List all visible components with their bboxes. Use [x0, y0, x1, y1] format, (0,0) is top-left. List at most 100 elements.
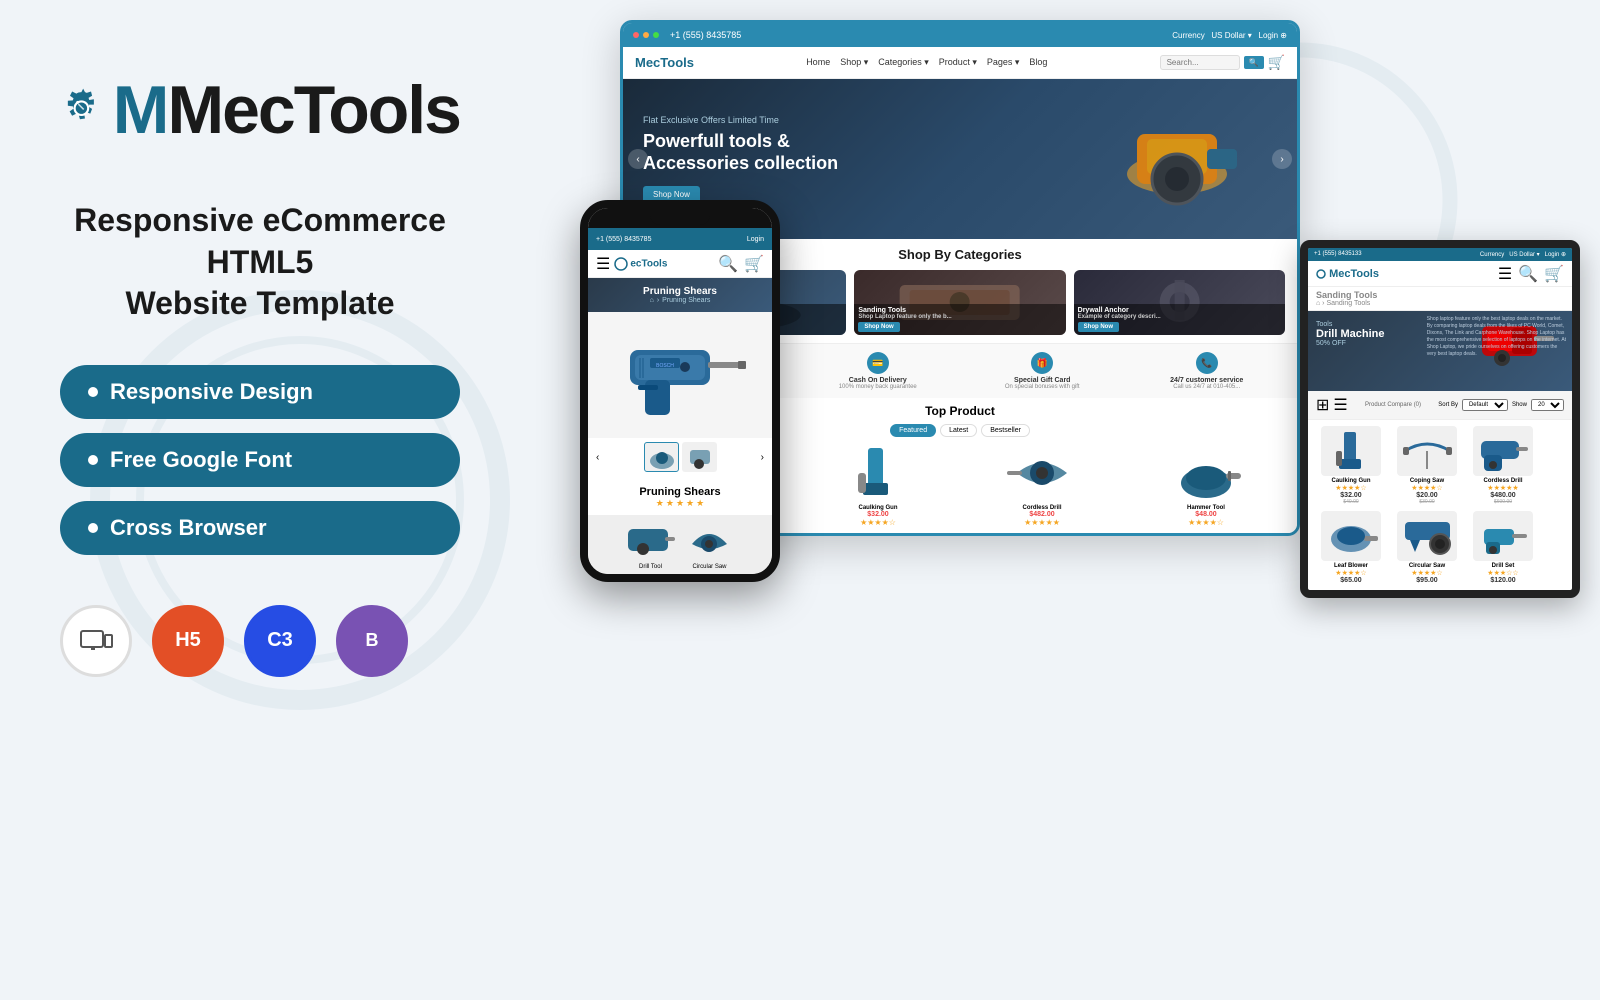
tablet-nav-icons: ☰ 🔍 🛒 [1498, 264, 1564, 284]
tablet-stars-5: ★★★★☆ [1392, 569, 1462, 577]
cart-icon[interactable]: 🛒 [1268, 54, 1285, 71]
tablet-view-icons: ⊞ ☰ [1316, 395, 1348, 415]
show-select[interactable]: 20 [1531, 399, 1564, 411]
responsive-label: Responsive Design [110, 379, 313, 405]
product-saw[interactable]: Cordless Drill $482.00 ★★★★★ [963, 443, 1121, 527]
tab-featured[interactable]: Featured [890, 424, 936, 437]
brand-name: MMecTools [113, 76, 460, 144]
thumb-1[interactable] [644, 442, 679, 472]
hero-tool-image [1077, 79, 1257, 239]
gift-sub: On special bonuses with gift [964, 384, 1121, 390]
sanding-shop-btn[interactable]: Shop Now [858, 322, 899, 332]
feature-cod: 💳 Cash On Delivery 100% money back guara… [800, 352, 957, 390]
tagline: Responsive eCommerce HTML5 Website Templ… [60, 200, 460, 325]
tab-latest[interactable]: Latest [940, 424, 977, 437]
cod-sub: 100% money back guarantee [800, 384, 957, 390]
gift-title: Special Gift Card [964, 377, 1121, 384]
tablet-prod-blower[interactable]: Leaf Blower ★★★★☆ $65.00 [1316, 511, 1386, 584]
nav-shop[interactable]: Shop ▾ [840, 57, 868, 68]
tablet-stars-3: ★★★★★ [1468, 484, 1538, 492]
phone-product-hero: Pruning Shears ⌂ › Pruning Shears [588, 278, 772, 312]
tablet-prod-price-4: $65.00 [1316, 577, 1386, 584]
category-item-drywall[interactable]: Drywall Anchor Example of category descr… [1074, 270, 1285, 335]
feature-gift: 🎁 Special Gift Card On special bonuses w… [964, 352, 1121, 390]
tablet-old-price-2: $30.00 [1392, 499, 1462, 505]
right-panel: +1 (555) 8435785 Currency US Dollar ▾ Lo… [520, 0, 1600, 1000]
nav-blog[interactable]: Blog [1029, 57, 1047, 68]
feature-support: 📞 24/7 customer service Call us 24/7 at … [1129, 352, 1286, 390]
search-input[interactable] [1160, 55, 1240, 70]
thumb-2[interactable] [682, 442, 717, 472]
tablet-cart-icon[interactable]: 🛒 [1544, 264, 1564, 284]
tablet-prod-drill-set[interactable]: Drill Set ★★★☆☆ $120.00 [1468, 511, 1538, 584]
tablet-old-price-3: $600.00 [1468, 499, 1538, 505]
tablet-prod-price-3: $480.00 [1468, 492, 1538, 499]
google-font-badge: Free Google Font [60, 433, 460, 487]
tablet-filter-bar: ⊞ ☰ Product Compare (0) Sort By Default … [1308, 391, 1572, 420]
tablet-prod-cordless[interactable]: Cordless Drill ★★★★★ $480.00 $600.00 [1468, 426, 1538, 505]
drywall-shop-btn[interactable]: Shop Now [1078, 322, 1119, 332]
tablet-top-bar: +1 (555) 8435133 Currency US Dollar ▾ Lo… [1308, 248, 1572, 261]
nav-categories[interactable]: Categories ▾ [878, 57, 929, 68]
nav-product[interactable]: Product ▾ [939, 57, 977, 68]
tab-bestseller[interactable]: Bestseller [981, 424, 1030, 437]
browser-bar: +1 (555) 8435785 Currency US Dollar ▾ Lo… [623, 23, 1297, 47]
tablet-products-grid: Caulking Gun ★★★★☆ $32.00 $40.00 [1308, 420, 1572, 590]
tablet-hero: Tools Drill Machine 50% OFF [1308, 311, 1572, 391]
phone-notch [588, 208, 772, 228]
hero-next-arrow[interactable]: › [1272, 149, 1292, 169]
logo-text: MMecTools [113, 76, 460, 144]
tablet-currency: Currency US Dollar ▾ Login ⊕ [1480, 251, 1566, 258]
google-font-label: Free Google Font [110, 447, 292, 473]
grid-view-icon[interactable]: ⊞ [1316, 395, 1329, 415]
tablet-prod-caulking[interactable]: Caulking Gun ★★★★☆ $32.00 $40.00 [1316, 426, 1386, 505]
tablet-stars-6: ★★★☆☆ [1468, 569, 1538, 577]
nav-pages[interactable]: Pages ▾ [987, 57, 1020, 68]
drill-svg: BOSCH [610, 320, 750, 430]
tablet-prod-coping-saw[interactable]: Coping Saw ★★★★☆ $20.00 $30.00 [1392, 426, 1462, 505]
phone-stars: ★ ★ ★ ★ ★ [596, 498, 764, 509]
logo-area: MMecTools [60, 50, 460, 170]
phone-menu-icon[interactable]: ☰ [596, 254, 610, 274]
tablet-search-icon[interactable]: 🔍 [1518, 264, 1538, 284]
feature-badges: Responsive Design Free Google Font Cross… [60, 365, 460, 555]
prod-stars-4: ★★★★☆ [1127, 518, 1285, 527]
support-icon: 📞 [1196, 352, 1218, 374]
tablet-prod-price-1: $32.00 [1316, 492, 1386, 499]
phone-logo: ecTools [614, 257, 667, 271]
hero-text: Flat Exclusive Offers Limited Time Power… [643, 115, 838, 203]
list-view-icon[interactable]: ☰ [1333, 395, 1347, 415]
prod-price-4: $48.00 [1127, 511, 1285, 518]
category-item-sanding[interactable]: Sanding Tools Shop Laptop feature only t… [854, 270, 1065, 335]
phone-prod-item-1[interactable]: Drill Tool [623, 519, 678, 570]
nav-search: 🔍 🛒 [1160, 54, 1285, 71]
tablet-tools-label: Tools [1316, 321, 1564, 328]
thumb-prev-arrow[interactable]: ‹ [596, 452, 599, 463]
tablet-stars-1: ★★★★☆ [1316, 484, 1386, 492]
tablet-breadcrumb: Sanding Tools ⌂ › Sanding Tools [1308, 287, 1572, 311]
search-button[interactable]: 🔍 [1244, 56, 1264, 69]
phone-search-icon[interactable]: 🔍 [718, 254, 738, 274]
tagline-line1: Responsive eCommerce [60, 200, 460, 242]
prod-price-3: $482.00 [963, 511, 1121, 518]
tablet-compare-text: Product Compare (0) [1365, 402, 1421, 408]
product-vacuum[interactable]: Hammer Tool $48.00 ★★★★☆ [1127, 443, 1285, 527]
bootstrap-label: B [366, 630, 379, 651]
tablet-menu-icon[interactable]: ☰ [1498, 264, 1512, 284]
cod-icon: 💳 [867, 352, 889, 374]
phone-nav-left: ☰ ecTools [596, 254, 667, 274]
phone-prod-item-2[interactable]: Circular Saw [682, 519, 737, 570]
tablet-prod-saw[interactable]: Circular Saw ★★★★☆ $95.00 [1392, 511, 1462, 584]
tablet-mockup: +1 (555) 8435133 Currency US Dollar ▾ Lo… [1300, 240, 1580, 598]
tablet-stars-2: ★★★★☆ [1392, 484, 1462, 492]
sort-select[interactable]: Default [1462, 399, 1508, 411]
tablet-stars-4: ★★★★☆ [1316, 569, 1386, 577]
phone-login-text[interactable]: Login [747, 236, 764, 243]
tablet-prod-price-5: $95.00 [1392, 577, 1462, 584]
nav-home[interactable]: Home [806, 57, 830, 68]
thumb-next-arrow[interactable]: › [761, 452, 764, 463]
tablet-sort: Sort By Default Show 20 [1438, 399, 1564, 411]
support-sub: Call us 24/7 at 010-405... [1129, 384, 1286, 390]
phone-cart-icon[interactable]: 🛒 [744, 254, 764, 274]
product-caulk[interactable]: Caulking Gun $32.00 ★★★★☆ [799, 443, 957, 527]
